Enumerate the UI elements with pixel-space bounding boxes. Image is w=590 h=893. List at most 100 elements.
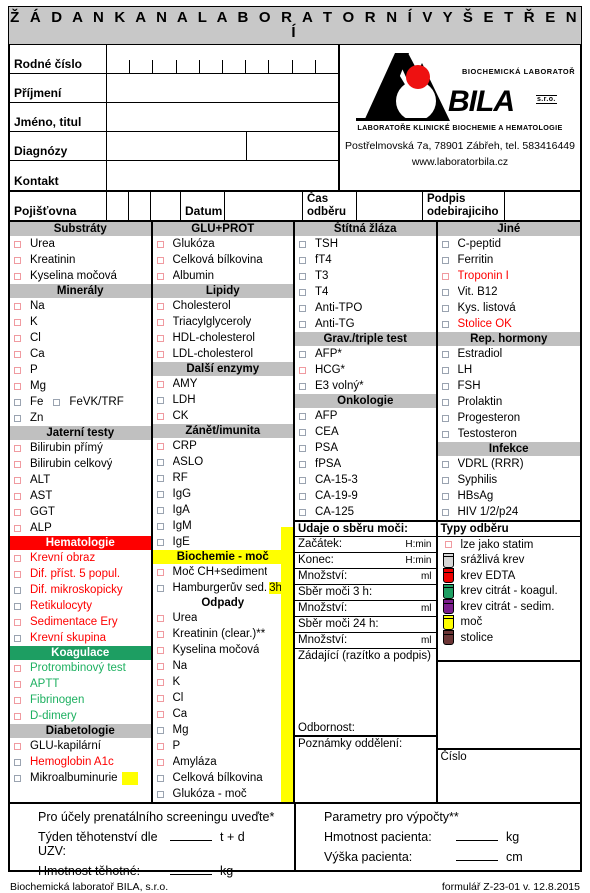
input-pojistovna-2[interactable] xyxy=(129,192,151,220)
input-tyden-tehotenstvi[interactable] xyxy=(170,830,212,841)
checkbox-icon[interactable] xyxy=(156,646,164,654)
test-item[interactable]: Vit. B12 xyxy=(438,284,581,300)
checkbox-icon[interactable] xyxy=(156,726,164,734)
checkbox-icon[interactable] xyxy=(299,350,306,358)
checkbox-icon[interactable] xyxy=(441,398,449,406)
test-item[interactable]: LH xyxy=(438,362,581,378)
checkbox-icon[interactable] xyxy=(299,288,306,296)
test-item[interactable]: Celková bílkovina xyxy=(153,252,294,268)
test-item[interactable]: Anti-TPO xyxy=(295,300,436,316)
checkbox-icon[interactable] xyxy=(441,272,449,280)
checkbox-icon[interactable] xyxy=(14,334,21,342)
checkbox-icon[interactable] xyxy=(156,522,164,530)
test-item[interactable]: ALP xyxy=(10,520,151,536)
test-item[interactable]: Cl xyxy=(153,690,294,706)
test-item[interactable]: Mikroalbuminurie xyxy=(10,770,151,786)
test-item[interactable]: HCG* xyxy=(295,362,436,378)
checkbox-icon[interactable] xyxy=(441,430,449,438)
checkbox-icon[interactable] xyxy=(14,570,21,578)
sample-type-item[interactable]: stolice xyxy=(438,630,581,646)
checkbox-icon[interactable] xyxy=(441,240,449,248)
checkbox-icon[interactable] xyxy=(441,320,449,328)
test-item[interactable]: Sedimentace Ery xyxy=(10,614,151,630)
test-item[interactable]: HBsAg xyxy=(438,488,581,504)
lab-website[interactable]: www.laboratorbila.cz xyxy=(340,153,580,169)
checkbox-icon[interactable] xyxy=(14,366,21,374)
test-item[interactable]: Bilirubin přímý xyxy=(10,440,151,456)
test-item[interactable]: Protrombinový test xyxy=(10,660,151,676)
test-item[interactable]: T4 xyxy=(295,284,436,300)
checkbox-icon[interactable] xyxy=(299,428,306,436)
test-item[interactable]: Progesteron xyxy=(438,410,581,426)
checkbox-icon[interactable] xyxy=(14,554,21,562)
test-item[interactable]: Triacylglyceroly xyxy=(153,314,294,330)
test-item[interactable]: ALT xyxy=(10,472,151,488)
checkbox-icon[interactable] xyxy=(14,664,21,672)
checkbox-icon[interactable] xyxy=(14,414,21,422)
test-item[interactable]: CRP xyxy=(153,438,294,454)
test-item[interactable]: APTT xyxy=(10,676,151,692)
test-item[interactable]: Urea xyxy=(153,610,294,626)
input-pojistovna-3[interactable] xyxy=(151,192,181,220)
test-item[interactable]: Estradiol xyxy=(438,346,581,362)
checkbox-icon[interactable] xyxy=(156,490,164,498)
requester-signature-box-right[interactable] xyxy=(437,662,580,750)
checkbox-icon[interactable] xyxy=(156,568,164,576)
test-item[interactable]: HIV 1/2/p24 xyxy=(438,504,581,520)
checkbox-icon[interactable] xyxy=(156,678,164,686)
checkbox-icon[interactable] xyxy=(14,350,21,358)
checkbox-icon[interactable] xyxy=(299,412,306,420)
checkbox-icon[interactable] xyxy=(14,302,21,310)
checkbox-icon[interactable] xyxy=(299,382,306,390)
checkbox-icon[interactable] xyxy=(14,618,21,626)
test-item[interactable]: Ca xyxy=(10,346,151,362)
test-item[interactable]: Dif. příst. 5 popul. xyxy=(10,566,151,582)
checkbox-icon[interactable] xyxy=(299,256,306,264)
test-item[interactable]: D-dimery xyxy=(10,708,151,724)
test-item[interactable]: Syphilis xyxy=(438,472,581,488)
sample-type-item[interactable]: krev EDTA xyxy=(438,568,581,584)
checkbox-icon[interactable] xyxy=(441,492,449,500)
checkbox-icon[interactable] xyxy=(14,508,21,516)
sample-type-item[interactable]: lze jako statim xyxy=(438,537,581,553)
checkbox-icon[interactable] xyxy=(156,790,164,798)
test-item[interactable]: Stolice OK xyxy=(438,316,581,332)
checkbox-icon[interactable] xyxy=(156,538,164,546)
test-item[interactable]: Glukóza - moč xyxy=(153,786,294,802)
test-item[interactable]: Testosteron xyxy=(438,426,581,442)
checkbox-icon[interactable] xyxy=(441,288,449,296)
checkbox-icon[interactable] xyxy=(14,696,21,704)
checkbox-icon[interactable] xyxy=(156,380,164,388)
urine-collection-row[interactable]: Množství: ml xyxy=(295,601,436,617)
checkbox-icon[interactable] xyxy=(299,492,306,500)
test-item[interactable]: IgM xyxy=(153,518,294,534)
test-item[interactable]: Albumin xyxy=(153,268,294,284)
checkbox-icon[interactable] xyxy=(441,414,449,422)
input-cas-odberu[interactable] xyxy=(357,192,423,220)
test-item[interactable]: Kyselina močová xyxy=(10,268,151,284)
checkbox-icon[interactable] xyxy=(441,460,449,468)
sample-type-item[interactable]: moč xyxy=(438,614,581,631)
checkbox-icon[interactable] xyxy=(14,742,21,750)
checkbox-icon[interactable] xyxy=(14,272,21,280)
checkbox-icon[interactable] xyxy=(156,442,164,450)
input-datum[interactable] xyxy=(225,192,303,220)
checkbox-icon[interactable] xyxy=(299,476,306,484)
test-item[interactable]: Hemoglobin A1c xyxy=(10,754,151,770)
checkbox-icon[interactable] xyxy=(156,334,164,342)
input-podpis-odebirajiciho[interactable] xyxy=(505,192,580,220)
checkbox-icon[interactable] xyxy=(441,304,449,312)
test-item[interactable]: AST xyxy=(10,488,151,504)
test-item[interactable]: Kreatinin (clear.)** xyxy=(153,626,294,642)
test-item[interactable]: Retikulocyty xyxy=(10,598,151,614)
test-item[interactable]: P xyxy=(153,738,294,754)
test-item[interactable]: Amyláza xyxy=(153,754,294,770)
checkbox-icon[interactable] xyxy=(156,694,164,702)
test-item[interactable]: RF xyxy=(153,470,294,486)
test-item[interactable]: VDRL (RRR) xyxy=(438,456,581,472)
checkbox-icon[interactable] xyxy=(14,398,21,406)
sample-type-item[interactable]: krev citrát - sedim. xyxy=(438,599,581,615)
requester-signature-box[interactable]: Zádající (razítko a podpis) Odbornost: xyxy=(295,649,436,737)
checkbox-icon[interactable] xyxy=(14,318,21,326)
test-item[interactable]: Moč CH+sediment xyxy=(153,564,294,580)
